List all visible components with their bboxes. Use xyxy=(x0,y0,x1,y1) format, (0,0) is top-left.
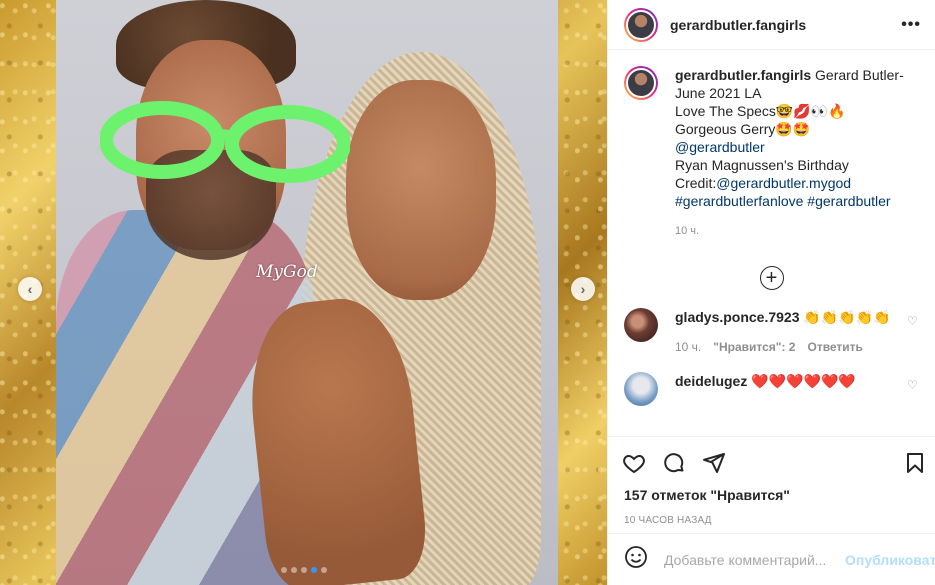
comment-item: deidelugez ❤️❤️❤️❤️❤️❤️ ♡ xyxy=(624,372,919,406)
comment-username[interactable]: deidelugez xyxy=(675,373,747,389)
caption: gerardbutler.fangirls Gerard Butler- Jun… xyxy=(624,66,919,240)
comment-item: gladys.ponce.7923 👏👏👏👏👏 10 ч. "Нравится"… xyxy=(624,308,919,356)
comment-text: 👏👏👏👏👏 xyxy=(803,309,891,325)
hashtags-link[interactable]: #gerardbutlerfanlove #gerardbutler xyxy=(675,192,919,210)
next-slide-button[interactable]: › xyxy=(571,277,595,301)
comment-username[interactable]: gladys.ponce.7923 xyxy=(675,309,800,325)
comment-body: gladys.ponce.7923 👏👏👏👏👏 10 ч. "Нравится"… xyxy=(675,308,897,356)
like-comment-heart-icon[interactable]: ♡ xyxy=(907,314,919,356)
comment-button[interactable] xyxy=(662,443,702,483)
post-media[interactable]: MyGod ‹ › xyxy=(0,0,607,585)
slide-indicator xyxy=(0,567,607,573)
credit-prefix: Credit: xyxy=(675,175,717,191)
post-photo: MyGod xyxy=(56,0,558,585)
post-header: gerardbutler.fangirls ••• xyxy=(608,0,935,50)
likes-count[interactable]: 157 отметок "Нравится" xyxy=(608,487,935,503)
comments-scroll-area[interactable]: gerardbutler.fangirls Gerard Butler- Jun… xyxy=(608,50,935,437)
slide-dot-active xyxy=(310,567,317,573)
paper-plane-icon xyxy=(703,453,725,473)
credit-link[interactable]: @gerardbutler.mygod xyxy=(716,175,851,191)
caption-line: Love The Specs🤓💋👀🔥 xyxy=(675,103,846,119)
previous-slide-button[interactable]: ‹ xyxy=(18,277,42,301)
avatar[interactable] xyxy=(624,7,658,42)
comment-avatar[interactable] xyxy=(624,372,658,406)
post-side-panel: gerardbutler.fangirls ••• gerardbutler.f… xyxy=(607,0,935,585)
comment-meta: 10 ч. "Нравится": 2 Ответить xyxy=(675,338,897,356)
caption-text: gerardbutler.fangirls Gerard Butler- Jun… xyxy=(675,66,919,240)
smile-icon xyxy=(625,546,647,568)
chevron-left-icon: ‹ xyxy=(27,281,33,297)
add-comment-bar: Опубликовать xyxy=(608,533,935,585)
comment-avatar[interactable] xyxy=(624,308,658,342)
instagram-post-modal: MyGod ‹ › gerardbutler.fangirls ••• gera… xyxy=(0,0,935,585)
post-date[interactable]: 10 ЧАСОВ НАЗАД xyxy=(608,515,935,526)
comment-body: deidelugez ❤️❤️❤️❤️❤️❤️ xyxy=(675,372,897,406)
like-button[interactable] xyxy=(622,443,662,483)
caption-avatar[interactable] xyxy=(624,66,658,100)
post-username[interactable]: gerardbutler.fangirls xyxy=(670,17,901,33)
reply-button[interactable]: Ответить xyxy=(807,338,862,356)
comment-likes[interactable]: "Нравится": 2 xyxy=(713,338,795,356)
publish-button[interactable]: Опубликовать xyxy=(845,552,935,568)
heart-icon xyxy=(623,454,645,474)
caption-line: Ryan Magnussen's Birthday xyxy=(675,157,849,173)
comment-input[interactable] xyxy=(664,551,845,568)
emoji-button[interactable] xyxy=(624,545,648,574)
green-glasses-shape xyxy=(99,100,351,190)
like-comment-heart-icon[interactable]: ♡ xyxy=(907,378,919,406)
save-button[interactable] xyxy=(887,443,927,483)
chevron-right-icon: › xyxy=(580,281,586,297)
watermark-text: MyGod xyxy=(256,262,318,282)
comment-time[interactable]: 10 ч. xyxy=(675,338,701,356)
slide-dot xyxy=(290,567,297,573)
slide-dot xyxy=(300,567,307,573)
more-options-icon[interactable]: ••• xyxy=(901,16,921,34)
share-button[interactable] xyxy=(702,443,742,483)
post-actions-bar xyxy=(608,437,935,489)
credit-line: Credit:@gerardbutler.mygod xyxy=(675,174,919,192)
slide-dot xyxy=(320,567,327,573)
plus-circle-icon: + xyxy=(759,266,784,290)
caption-time[interactable]: 10 ч. xyxy=(675,222,919,240)
caption-username[interactable]: gerardbutler.fangirls xyxy=(675,67,811,83)
load-more-comments-button[interactable]: + xyxy=(624,266,919,290)
mention-link[interactable]: @gerardbutler xyxy=(675,138,919,156)
comment-bubble-icon xyxy=(664,453,684,473)
bookmark-icon xyxy=(907,453,923,473)
caption-line: Gorgeous Gerry🤩🤩 xyxy=(675,121,811,137)
woman-face-shape xyxy=(346,80,496,300)
comment-text: ❤️❤️❤️❤️❤️❤️ xyxy=(751,373,856,389)
slide-dot xyxy=(280,567,287,573)
